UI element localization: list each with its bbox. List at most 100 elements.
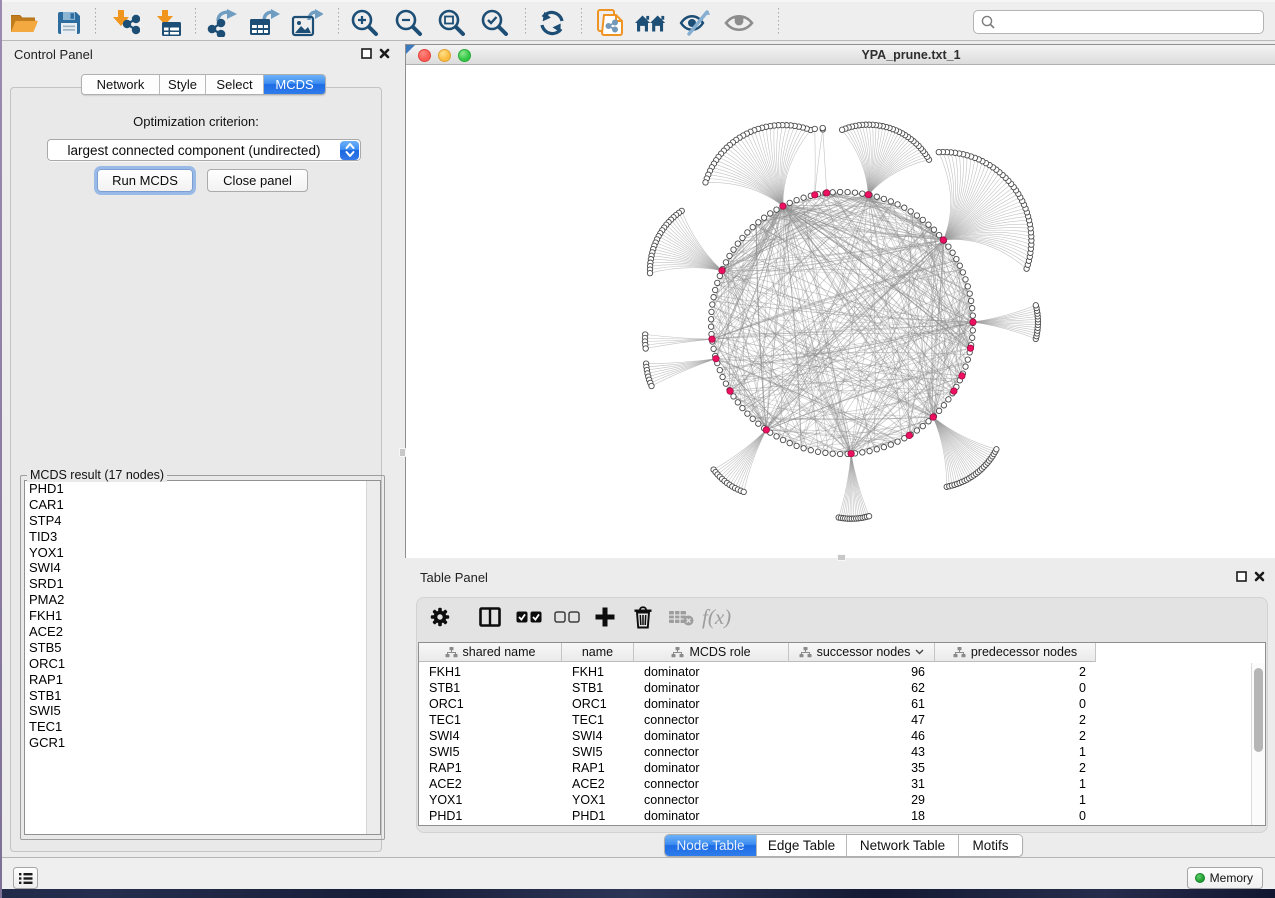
table-row[interactable]: ACE2ACE2connector311: [419, 776, 1096, 792]
tab-motifs[interactable]: Motifs: [959, 835, 1022, 856]
column-header-MCDS-role[interactable]: MCDS role: [634, 643, 789, 662]
tab-network-table[interactable]: Network Table: [847, 835, 959, 856]
table-row[interactable]: STB1STB1dominator620: [419, 680, 1096, 696]
mcds-result-item[interactable]: YOX1: [25, 545, 380, 561]
close-panel-icon[interactable]: [1254, 571, 1265, 582]
table-scrollbar[interactable]: [1251, 663, 1265, 825]
memory-button[interactable]: Memory: [1187, 867, 1263, 889]
main-toolbar: [2, 0, 1275, 41]
mcds-result-item[interactable]: STP4: [25, 513, 380, 529]
function-builder-icon[interactable]: f(x): [700, 601, 738, 633]
mcds-result-item[interactable]: SWI5: [25, 703, 380, 719]
table-cell: SWI4: [562, 728, 634, 744]
mcds-result-item[interactable]: PHD1: [25, 481, 380, 497]
table-cell: SWI5: [419, 744, 562, 760]
select-all-check-icon[interactable]: [513, 601, 545, 633]
table-cell: 2: [935, 664, 1096, 680]
search-box[interactable]: [973, 10, 1264, 34]
column-header-name[interactable]: name: [562, 643, 634, 662]
table-cell: 1: [935, 744, 1096, 760]
column-header-successor-nodes[interactable]: successor nodes: [789, 643, 935, 662]
mcds-result-item[interactable]: TID3: [25, 529, 380, 545]
mcds-result-scrollbar[interactable]: [366, 481, 380, 834]
table-row[interactable]: PHD1PHD1dominator180: [419, 808, 1096, 824]
table-row[interactable]: SWI5SWI5connector431: [419, 744, 1096, 760]
tab-select[interactable]: Select: [206, 75, 264, 94]
mcds-result-item[interactable]: STB5: [25, 640, 380, 656]
add-column-icon[interactable]: [589, 601, 621, 633]
float-window-icon[interactable]: [1236, 571, 1247, 582]
vertical-splitter-handle[interactable]: [399, 448, 406, 457]
tab-network[interactable]: Network: [82, 75, 160, 94]
show-all-icon[interactable]: [634, 6, 668, 40]
import-table-icon[interactable]: [151, 6, 185, 40]
criterion-dropdown[interactable]: largest connected component (undirected): [47, 139, 361, 161]
zoom-selected-icon[interactable]: [478, 6, 512, 40]
column-header-shared-name[interactable]: shared name: [419, 643, 562, 662]
table-row[interactable]: RAP1RAP1dominator352: [419, 760, 1096, 776]
network-view-window: YPA_prune.txt_1: [405, 44, 1275, 558]
toolbar-separator: [195, 8, 196, 36]
task-history-button[interactable]: [13, 867, 38, 889]
delete-table-icon[interactable]: [665, 601, 697, 633]
search-input[interactable]: [1000, 15, 1263, 30]
hide-selected-icon[interactable]: [678, 6, 712, 40]
mcds-result-item[interactable]: SRD1: [25, 576, 380, 592]
network-canvas[interactable]: [406, 65, 1275, 558]
control-panel-title: Control Panel: [14, 47, 93, 62]
table-row[interactable]: YOX1YOX1connector291: [419, 792, 1096, 808]
table-cell: 46: [789, 728, 935, 744]
zoom-out-icon[interactable]: [392, 6, 426, 40]
table-row[interactable]: FKH1FKH1dominator962: [419, 664, 1096, 680]
mcds-result-item[interactable]: STB1: [25, 688, 380, 704]
tab-edge-table[interactable]: Edge Table: [757, 835, 847, 856]
table-cell: 29: [789, 792, 935, 808]
close-panel-icon[interactable]: [379, 48, 390, 59]
unselect-all-icon[interactable]: [551, 601, 583, 633]
export-network-icon[interactable]: [205, 6, 239, 40]
mcds-result-list[interactable]: PHD1CAR1STP4TID3YOX1SWI4SRD1PMA2FKH1ACE2…: [24, 480, 381, 835]
mcds-result-item[interactable]: ACE2: [25, 624, 380, 640]
mcds-result-item[interactable]: GCR1: [25, 735, 380, 751]
split-columns-icon[interactable]: [474, 601, 506, 633]
save-session-icon[interactable]: [52, 6, 86, 40]
export-image-icon[interactable]: [290, 6, 324, 40]
float-window-icon[interactable]: [361, 48, 372, 59]
mcds-result-item[interactable]: CAR1: [25, 497, 380, 513]
table-cell: 2: [935, 760, 1096, 776]
column-header-predecessor-nodes[interactable]: predecessor nodes: [935, 643, 1096, 662]
import-network-icon[interactable]: [108, 6, 142, 40]
close-panel-button[interactable]: Close panel: [207, 169, 308, 192]
table-settings-icon[interactable]: [424, 601, 456, 633]
export-table-icon[interactable]: [247, 6, 281, 40]
tab-style[interactable]: Style: [160, 75, 206, 94]
column-type-icon: [671, 647, 684, 658]
table-cell: 1: [935, 792, 1096, 808]
column-header-label: shared name: [463, 645, 536, 659]
apply-layout-icon[interactable]: [535, 6, 569, 40]
table-row[interactable]: ORC1ORC1dominator610: [419, 696, 1096, 712]
show-hidden-icon[interactable]: [722, 6, 756, 40]
table-row[interactable]: TEC1TEC1connector472: [419, 712, 1096, 728]
mcds-result-item[interactable]: ORC1: [25, 656, 380, 672]
desktop-wallpaper-left-edge: [0, 0, 2, 898]
open-file-icon[interactable]: [7, 6, 41, 40]
tab-mcds[interactable]: MCDS: [264, 75, 325, 94]
tab-node-table[interactable]: Node Table: [665, 835, 757, 856]
zoom-fit-icon[interactable]: [435, 6, 469, 40]
mcds-result-item[interactable]: SWI4: [25, 560, 380, 576]
mcds-result-item[interactable]: TEC1: [25, 719, 380, 735]
table-row[interactable]: SWI4SWI4dominator462: [419, 728, 1096, 744]
delete-columns-icon[interactable]: [627, 601, 659, 633]
network-window-titlebar[interactable]: YPA_prune.txt_1: [406, 45, 1275, 65]
mcds-result-item[interactable]: PMA2: [25, 592, 380, 608]
new-network-from-selection-icon[interactable]: [593, 6, 627, 40]
mcds-result-item[interactable]: FKH1: [25, 608, 380, 624]
mcds-result-item[interactable]: RAP1: [25, 672, 380, 688]
table-scrollbar-thumb[interactable]: [1254, 668, 1263, 752]
table-panel: Table Panel: [405, 565, 1275, 857]
horizontal-splitter-handle[interactable]: [837, 554, 846, 561]
cytoscape-app-window: Control Panel NetworkStyleSelectMCDS Opt…: [2, 0, 1275, 889]
run-mcds-button[interactable]: Run MCDS: [97, 169, 193, 192]
zoom-in-icon[interactable]: [348, 6, 382, 40]
